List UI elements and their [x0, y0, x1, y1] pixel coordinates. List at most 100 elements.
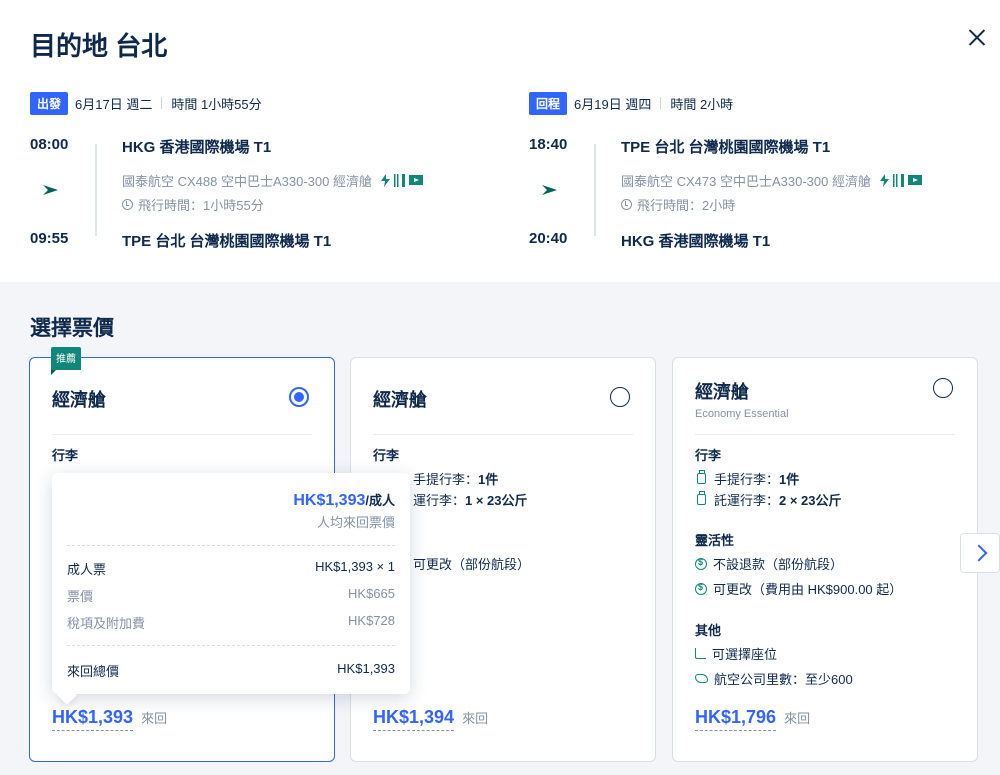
close-icon[interactable]: [962, 24, 992, 54]
airline-info-text: 國泰航空 CX488 空中巴士A330-300 經濟艙: [122, 174, 372, 189]
fare-price-row: HK$1,393 來回: [52, 707, 167, 731]
miles-icon: [695, 674, 708, 683]
tax-value: HK$728: [348, 613, 395, 628]
divider: [695, 434, 955, 435]
return-leg: 回程 6月19日 週四 時間 2小時 18:40 TPE 台北 台灣桃園國際機場…: [529, 91, 969, 262]
fare-card-3[interactable]: 經濟艙 Economy Essential 行李 手提行李： 1件 託運行李： 2 …: [672, 357, 978, 762]
return-flight-time: 飛行時間：2小時: [621, 195, 735, 214]
flexibility-title: 靈活性: [695, 533, 735, 548]
carry-on-label: 手提行李：: [714, 472, 780, 487]
base-fare-value: HK$665: [348, 586, 395, 601]
fare-radio[interactable]: [610, 387, 630, 407]
meal-icon: [892, 174, 904, 187]
change-icon: [695, 582, 707, 595]
outbound-arrival-time: 09:55: [30, 230, 69, 247]
change-policy: 可更改（費用由 HK$900.00 起）: [695, 579, 902, 598]
seat-icon: [695, 648, 706, 659]
clock-icon: [122, 199, 133, 210]
carry-on-bag-icon: [697, 470, 706, 484]
checked-label: 託運行李：: [714, 493, 780, 508]
popover-price-value: HK$1,393: [293, 492, 366, 509]
timeline: [95, 144, 97, 236]
fare-trip-type: 來回: [784, 711, 811, 726]
clock-icon: [621, 199, 632, 210]
other-title: 其他: [695, 623, 722, 638]
fare-cabin: 經濟艙: [695, 382, 749, 402]
return-duration: 時間 2小時: [670, 96, 734, 112]
tax-row: 稅項及附加費 HK$728: [67, 613, 395, 632]
fare-trip-type: 來回: [141, 711, 168, 726]
base-fare-row: 票價 HK$665: [67, 586, 395, 605]
carry-on-baggage: 手提行李： 1件: [413, 469, 498, 488]
entertainment-icon: [907, 175, 922, 185]
checked-value: 1 × 23公斤: [465, 493, 528, 508]
miles-text: 航空公司里數：至少600: [714, 672, 853, 687]
adult-fare-label: 成人票: [67, 562, 107, 577]
refund-icon: [695, 557, 707, 570]
outbound-date: 6月17日 週二: [75, 96, 153, 112]
fare-cabin: 經濟艙: [52, 390, 106, 410]
fare-price[interactable]: HK$1,394: [373, 707, 455, 731]
divider: [373, 434, 633, 435]
checked-baggage: 託運行李： 2 × 23公斤: [695, 490, 842, 509]
refund-text: 不設退款（部份航段）: [713, 557, 844, 572]
divider: [660, 97, 662, 109]
return-airline-info: 國泰航空 CX473 空中巴士A330-300 經濟艙: [621, 171, 922, 190]
flight-time-text: 飛行時間：1小時55分: [138, 198, 264, 213]
flight-time-text: 飛行時間：2小時: [637, 198, 736, 213]
refund-policy: 不設退款（部份航段）: [695, 554, 843, 573]
return-header: 回程 6月19日 週四 時間 2小時: [529, 91, 734, 115]
seat-selection: 可選擇座位: [695, 644, 777, 663]
meal-icon: [393, 174, 405, 187]
total-row: 來回總價 HK$1,393: [67, 661, 395, 680]
fare-price[interactable]: HK$1,393: [52, 707, 134, 731]
divider: [161, 97, 163, 109]
return-date: 6月19日 週四: [574, 96, 652, 112]
checked-bag-icon: [697, 491, 706, 505]
airline-logo-icon: [43, 185, 58, 195]
miles-earning: 航空公司里數：至少600: [695, 669, 853, 688]
price-breakdown-popover: HK$1,393/成人 人均來回票價 成人票 HK$1,393 × 1 票價 H…: [52, 473, 410, 694]
adult-fare-value: HK$1,393 × 1: [315, 559, 395, 574]
timeline: [594, 144, 596, 236]
power-icon: [879, 174, 889, 187]
adult-fare-row: 成人票 HK$1,393 × 1: [67, 559, 395, 578]
tax-label: 稅項及附加費: [67, 616, 146, 631]
checked-value: 2 × 23公斤: [779, 493, 842, 508]
divider: [67, 545, 395, 546]
amenities: [380, 174, 423, 187]
popover-subtitle: 人均來回票價: [316, 515, 395, 530]
flight-summary: 目的地 台北 出發 6月17日 週二 時間 1小時55分 08:00 HKG 香…: [0, 0, 1000, 282]
outbound-duration: 時間 1小時55分: [171, 96, 262, 112]
outbound-leg: 出發 6月17日 週二 時間 1小時55分 08:00 HKG 香港國際機場 T…: [30, 91, 470, 262]
checked-label: 運行李：: [413, 493, 466, 508]
outbound-arrival-airport: TPE 台北 台灣桃園國際機場 T1: [122, 233, 332, 250]
outbound-airline-info: 國泰航空 CX488 空中巴士A330-300 經濟艙: [122, 171, 423, 190]
carry-on-value: 1件: [779, 472, 800, 487]
change-text: 可更改（費用由 HK$900.00 起）: [713, 582, 903, 597]
return-departure-airport: TPE 台北 台灣桃園國際機場 T1: [621, 139, 831, 156]
baggage-title: 行李: [52, 448, 79, 463]
section-title: 選擇票價: [30, 317, 114, 340]
fare-trip-type: 來回: [462, 711, 489, 726]
outbound-departure-airport: HKG 香港國際機場 T1: [122, 139, 272, 156]
outbound-tag: 出發: [30, 91, 69, 115]
carry-on-label: 手提行李：: [413, 472, 479, 487]
fare-radio[interactable]: [289, 387, 309, 407]
fare-radio[interactable]: [933, 378, 953, 398]
recommended-badge: 推薦: [51, 347, 81, 375]
outbound-departure-time: 08:00: [30, 136, 69, 153]
carry-on-baggage: 手提行李： 1件: [695, 469, 799, 488]
fare-price[interactable]: HK$1,796: [695, 707, 777, 731]
change-policy: 可更改（部份航段）: [413, 557, 531, 572]
seat-text: 可選擇座位: [712, 647, 778, 662]
fare-cabin: 經濟艙: [373, 390, 427, 410]
total-label: 來回總價: [67, 664, 120, 679]
outbound-flight-time: 飛行時間：1小時55分: [122, 195, 264, 214]
airline-info-text: 國泰航空 CX473 空中巴士A330-300 經濟艙: [621, 174, 871, 189]
power-icon: [380, 174, 390, 187]
airline-logo-icon: [542, 185, 557, 195]
next-fare-arrow-icon[interactable]: [960, 533, 1000, 573]
amenities: [879, 174, 922, 187]
fare-subtitle: Economy Essential: [695, 408, 789, 420]
